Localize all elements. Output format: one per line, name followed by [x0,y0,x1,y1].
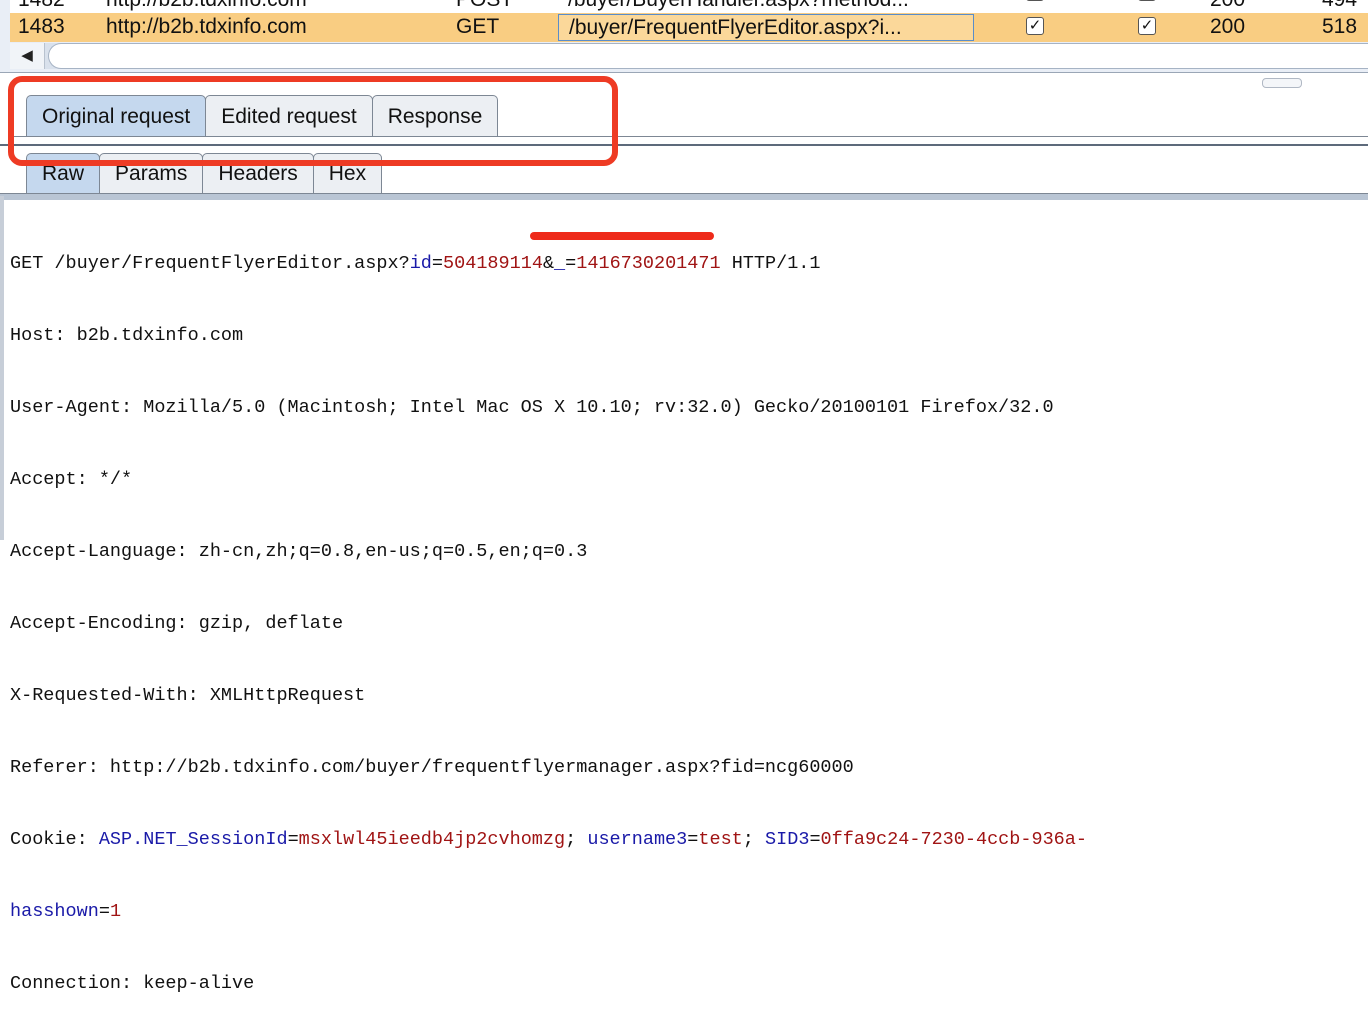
cookie-name: hasshown [10,901,99,922]
header-referer: Referer: http://b2b.tdxinfo.com/buyer/fr… [10,757,854,778]
param-value: 504189114 [443,253,543,274]
row-url[interactable]: /buyer/FrequentFlyerEditor.aspx?i... [558,14,974,41]
request-response-tabs: Original request Edited request Response [26,95,499,137]
row-method: GET [456,15,500,38]
pane-splitter-handle[interactable] [1262,78,1302,88]
cookie-value: msxlwl45ieedb4jp2cvhomzg [298,829,566,850]
cookie-name: username3 [587,829,688,850]
row-method: POST [456,0,513,13]
header-accept-encoding: Accept-Encoding: gzip, deflate [10,613,344,634]
tab-divider [10,136,1368,137]
row-length: 518 [1322,15,1358,38]
row-status: 200 [1210,15,1246,38]
param-value: 1416730201471 [576,253,721,274]
tab-edited-request[interactable]: Edited request [205,95,373,137]
tab-params[interactable]: Params [99,153,204,195]
edited-checkbox[interactable] [1138,0,1156,1]
tab-original-request[interactable]: Original request [26,95,207,137]
cookie-value: 0ffa9c24-7230-4ccb-936a- [820,829,1087,850]
header-connection: Connection: keep-alive [10,973,255,994]
row-length: 494 [1322,0,1357,13]
raw-request-text[interactable]: GET /buyer/FrequentFlyerEditor.aspx?id=5… [10,204,1368,1020]
param-name: id [409,253,432,274]
header-x-requested-with: X-Requested-With: XMLHttpRequest [10,685,366,706]
tab-headers[interactable]: Headers [202,153,314,195]
params-checkbox[interactable]: ✓ [1026,0,1044,1]
row-host: http://b2b.tdxinfo.com [106,0,307,13]
header-accept-language: Accept-Language: zh-cn,zh;q=0.8,en-us;q=… [10,541,588,562]
table-row[interactable]: 1482 http://b2b.tdxinfo.com POST /buyer/… [10,0,1368,13]
cookie-name: SID3 [765,829,810,850]
row-host: http://b2b.tdxinfo.com [106,15,307,38]
view-tab-divider [0,193,1368,200]
header-accept: Accept: */* [10,469,133,490]
panel-edge [0,196,4,540]
param-underline-annotation [530,232,714,240]
header-cookie-cont: hasshown=1 [10,901,122,922]
request-line: GET /buyer/FrequentFlyerEditor.aspx?id=5… [10,253,821,274]
params-checkbox[interactable]: ✓ [1026,17,1044,35]
scroll-left-icon[interactable]: ◀ [10,43,45,69]
horizontal-scrollbar[interactable]: ◀ [10,43,1368,69]
table-row-selected[interactable]: 1483 http://b2b.tdxinfo.com GET /buyer/F… [10,13,1368,42]
row-url: /buyer/BuyerHandler.aspx?method... [558,0,974,13]
cookie-value: 1 [109,901,122,922]
edited-checkbox[interactable]: ✓ [1138,17,1156,35]
request-protocol: HTTP/1.1 [720,253,821,274]
cookie-label: Cookie: [10,829,99,850]
header-host: Host: b2b.tdxinfo.com [10,325,244,346]
tab-response[interactable]: Response [371,95,499,137]
param-name: _ [554,253,566,274]
header-cookie: Cookie: ASP.NET_SessionId=msxlwl45ieedb4… [10,829,1087,850]
history-table: 1482 http://b2b.tdxinfo.com POST /buyer/… [0,0,1368,73]
row-number: 1482 [18,0,65,13]
scrollbar-track[interactable] [48,43,1368,69]
tab-raw[interactable]: Raw [26,153,101,195]
request-path: /buyer/FrequentFlyerEditor.aspx? [54,253,410,274]
panel-divider [0,144,1368,146]
request-method: GET [10,253,44,274]
view-tabs: Raw Params Headers Hex [26,153,383,195]
tab-hex[interactable]: Hex [312,153,383,195]
row-number: 1483 [18,15,65,38]
row-status: 200 [1210,0,1245,13]
cookie-value: test [698,829,743,850]
header-user-agent: User-Agent: Mozilla/5.0 (Macintosh; Inte… [10,397,1054,418]
cookie-name: ASP.NET_SessionId [98,829,288,850]
